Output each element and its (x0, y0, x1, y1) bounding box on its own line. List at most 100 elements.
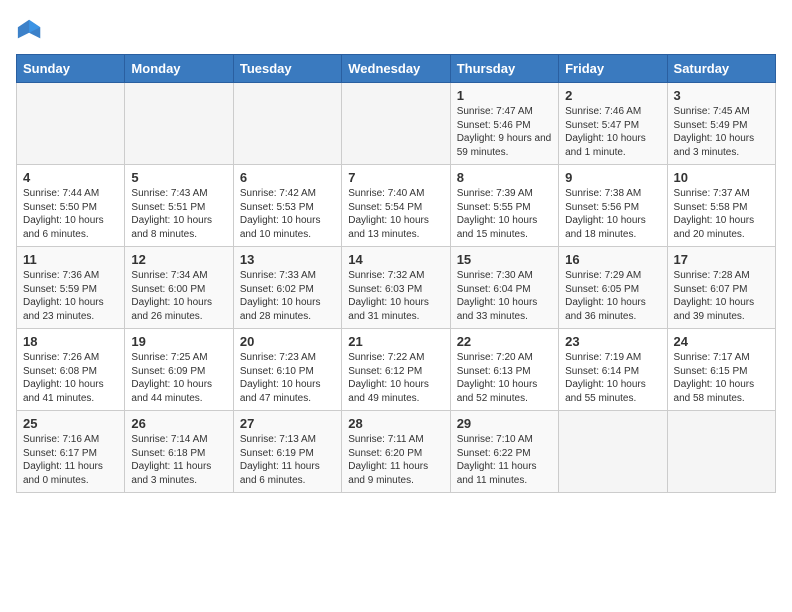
calendar-cell (233, 83, 341, 165)
daylight: Daylight: 10 hours and 55 minutes. (565, 379, 646, 404)
daylight: Daylight: 9 hours and 59 minutes. (457, 133, 552, 158)
daylight: Daylight: 10 hours and 1 minute. (565, 133, 646, 158)
daylight: Daylight: 11 hours and 6 minutes. (240, 461, 320, 486)
sunrise: Sunrise: 7:37 AM (674, 188, 750, 199)
sunset: Sunset: 6:00 PM (131, 284, 205, 295)
calendar-header-thursday: Thursday (450, 55, 558, 83)
sunrise: Sunrise: 7:42 AM (240, 188, 316, 199)
daylight: Daylight: 10 hours and 8 minutes. (131, 215, 212, 240)
calendar-cell: 11 Sunrise: 7:36 AM Sunset: 5:59 PM Dayl… (17, 247, 125, 329)
calendar-header-sunday: Sunday (17, 55, 125, 83)
day-info: Sunrise: 7:39 AM Sunset: 5:55 PM Dayligh… (457, 187, 552, 241)
calendar-cell: 22 Sunrise: 7:20 AM Sunset: 6:13 PM Dayl… (450, 329, 558, 411)
day-info: Sunrise: 7:37 AM Sunset: 5:58 PM Dayligh… (674, 187, 769, 241)
day-info: Sunrise: 7:33 AM Sunset: 6:02 PM Dayligh… (240, 269, 335, 323)
calendar-cell: 29 Sunrise: 7:10 AM Sunset: 6:22 PM Dayl… (450, 411, 558, 493)
day-info: Sunrise: 7:19 AM Sunset: 6:14 PM Dayligh… (565, 351, 660, 405)
daylight: Daylight: 10 hours and 6 minutes. (23, 215, 104, 240)
day-info: Sunrise: 7:16 AM Sunset: 6:17 PM Dayligh… (23, 433, 118, 487)
calendar-cell: 3 Sunrise: 7:45 AM Sunset: 5:49 PM Dayli… (667, 83, 775, 165)
calendar-cell: 10 Sunrise: 7:37 AM Sunset: 5:58 PM Dayl… (667, 165, 775, 247)
calendar-cell: 1 Sunrise: 7:47 AM Sunset: 5:46 PM Dayli… (450, 83, 558, 165)
daylight: Daylight: 11 hours and 0 minutes. (23, 461, 103, 486)
sunrise: Sunrise: 7:28 AM (674, 270, 750, 281)
sunrise: Sunrise: 7:43 AM (131, 188, 207, 199)
day-number: 5 (131, 170, 226, 185)
calendar-cell: 28 Sunrise: 7:11 AM Sunset: 6:20 PM Dayl… (342, 411, 450, 493)
daylight: Daylight: 10 hours and 49 minutes. (348, 379, 429, 404)
day-number: 26 (131, 416, 226, 431)
sunset: Sunset: 5:56 PM (565, 202, 639, 213)
calendar-cell: 27 Sunrise: 7:13 AM Sunset: 6:19 PM Dayl… (233, 411, 341, 493)
daylight: Daylight: 10 hours and 15 minutes. (457, 215, 538, 240)
calendar-cell: 15 Sunrise: 7:30 AM Sunset: 6:04 PM Dayl… (450, 247, 558, 329)
sunset: Sunset: 5:59 PM (23, 284, 97, 295)
calendar-cell: 21 Sunrise: 7:22 AM Sunset: 6:12 PM Dayl… (342, 329, 450, 411)
calendar-cell: 14 Sunrise: 7:32 AM Sunset: 6:03 PM Dayl… (342, 247, 450, 329)
calendar-table: SundayMondayTuesdayWednesdayThursdayFrid… (16, 54, 776, 493)
calendar-cell (125, 83, 233, 165)
daylight: Daylight: 10 hours and 18 minutes. (565, 215, 646, 240)
day-info: Sunrise: 7:13 AM Sunset: 6:19 PM Dayligh… (240, 433, 335, 487)
sunrise: Sunrise: 7:10 AM (457, 434, 533, 445)
calendar-cell: 26 Sunrise: 7:14 AM Sunset: 6:18 PM Dayl… (125, 411, 233, 493)
sunrise: Sunrise: 7:23 AM (240, 352, 316, 363)
sunrise: Sunrise: 7:45 AM (674, 106, 750, 117)
calendar-cell: 9 Sunrise: 7:38 AM Sunset: 5:56 PM Dayli… (559, 165, 667, 247)
day-info: Sunrise: 7:29 AM Sunset: 6:05 PM Dayligh… (565, 269, 660, 323)
sunrise: Sunrise: 7:38 AM (565, 188, 641, 199)
day-number: 11 (23, 252, 118, 267)
calendar-cell (17, 83, 125, 165)
calendar-cell: 5 Sunrise: 7:43 AM Sunset: 5:51 PM Dayli… (125, 165, 233, 247)
day-number: 16 (565, 252, 660, 267)
calendar-cell: 20 Sunrise: 7:23 AM Sunset: 6:10 PM Dayl… (233, 329, 341, 411)
day-info: Sunrise: 7:42 AM Sunset: 5:53 PM Dayligh… (240, 187, 335, 241)
sunset: Sunset: 6:02 PM (240, 284, 314, 295)
calendar-cell: 17 Sunrise: 7:28 AM Sunset: 6:07 PM Dayl… (667, 247, 775, 329)
day-info: Sunrise: 7:47 AM Sunset: 5:46 PM Dayligh… (457, 105, 552, 159)
day-info: Sunrise: 7:38 AM Sunset: 5:56 PM Dayligh… (565, 187, 660, 241)
calendar-header-monday: Monday (125, 55, 233, 83)
sunset: Sunset: 6:09 PM (131, 366, 205, 377)
page-header (16, 16, 776, 44)
daylight: Daylight: 10 hours and 44 minutes. (131, 379, 212, 404)
sunset: Sunset: 6:18 PM (131, 448, 205, 459)
calendar-cell: 13 Sunrise: 7:33 AM Sunset: 6:02 PM Dayl… (233, 247, 341, 329)
calendar-cell (342, 83, 450, 165)
daylight: Daylight: 11 hours and 11 minutes. (457, 461, 537, 486)
calendar-week-4: 18 Sunrise: 7:26 AM Sunset: 6:08 PM Dayl… (17, 329, 776, 411)
day-info: Sunrise: 7:20 AM Sunset: 6:13 PM Dayligh… (457, 351, 552, 405)
sunrise: Sunrise: 7:11 AM (348, 434, 423, 445)
day-number: 9 (565, 170, 660, 185)
calendar-cell: 7 Sunrise: 7:40 AM Sunset: 5:54 PM Dayli… (342, 165, 450, 247)
day-number: 19 (131, 334, 226, 349)
day-number: 23 (565, 334, 660, 349)
sunrise: Sunrise: 7:20 AM (457, 352, 533, 363)
sunrise: Sunrise: 7:26 AM (23, 352, 99, 363)
daylight: Daylight: 10 hours and 13 minutes. (348, 215, 429, 240)
calendar-cell: 19 Sunrise: 7:25 AM Sunset: 6:09 PM Dayl… (125, 329, 233, 411)
day-number: 6 (240, 170, 335, 185)
sunset: Sunset: 6:22 PM (457, 448, 531, 459)
sunset: Sunset: 6:19 PM (240, 448, 314, 459)
sunset: Sunset: 6:17 PM (23, 448, 97, 459)
day-info: Sunrise: 7:44 AM Sunset: 5:50 PM Dayligh… (23, 187, 118, 241)
sunrise: Sunrise: 7:13 AM (240, 434, 316, 445)
sunset: Sunset: 6:03 PM (348, 284, 422, 295)
sunset: Sunset: 5:47 PM (565, 120, 639, 131)
sunrise: Sunrise: 7:19 AM (565, 352, 641, 363)
calendar-header-saturday: Saturday (667, 55, 775, 83)
sunset: Sunset: 6:15 PM (674, 366, 748, 377)
daylight: Daylight: 10 hours and 52 minutes. (457, 379, 538, 404)
day-number: 8 (457, 170, 552, 185)
day-number: 28 (348, 416, 443, 431)
sunset: Sunset: 5:53 PM (240, 202, 314, 213)
sunset: Sunset: 6:20 PM (348, 448, 422, 459)
calendar-cell: 4 Sunrise: 7:44 AM Sunset: 5:50 PM Dayli… (17, 165, 125, 247)
day-info: Sunrise: 7:23 AM Sunset: 6:10 PM Dayligh… (240, 351, 335, 405)
sunset: Sunset: 5:46 PM (457, 120, 531, 131)
sunset: Sunset: 6:05 PM (565, 284, 639, 295)
day-number: 25 (23, 416, 118, 431)
calendar-cell (667, 411, 775, 493)
sunrise: Sunrise: 7:44 AM (23, 188, 99, 199)
